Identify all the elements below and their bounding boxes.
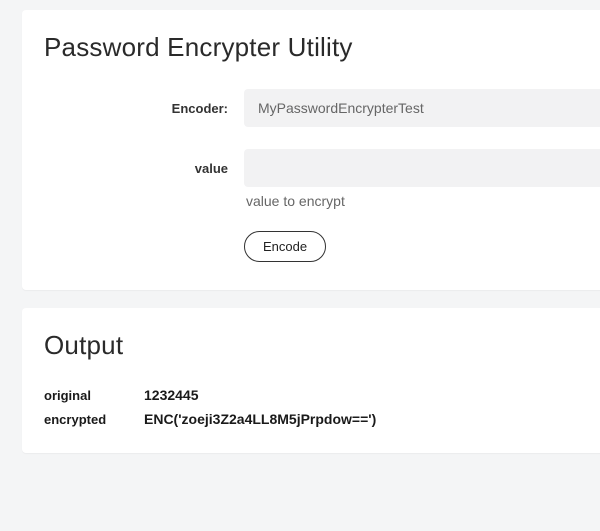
output-label-encrypted: encrypted xyxy=(44,412,144,427)
output-row-original: original 1232445 xyxy=(44,387,600,403)
value-help-text: value to encrypt xyxy=(244,193,345,209)
encrypter-title: Password Encrypter Utility xyxy=(44,32,600,63)
output-row-encrypted: encrypted ENC('zoeji3Z2a4LL8M5jPrpdow=='… xyxy=(44,411,600,427)
encoder-label: Encoder: xyxy=(44,101,244,116)
value-help-row: value to encrypt xyxy=(44,193,600,209)
encode-button-row: Encode xyxy=(44,231,600,262)
value-label: value xyxy=(44,161,244,176)
output-value-encrypted: ENC('zoeji3Z2a4LL8M5jPrpdow==') xyxy=(144,411,376,427)
output-value-original: 1232445 xyxy=(144,387,199,403)
encrypter-card: Password Encrypter Utility Encoder: valu… xyxy=(22,10,600,290)
value-row: value xyxy=(44,149,600,187)
output-label-original: original xyxy=(44,388,144,403)
output-card: Output original 1232445 encrypted ENC('z… xyxy=(22,308,600,453)
value-input[interactable] xyxy=(244,149,600,187)
encoder-input[interactable] xyxy=(244,89,600,127)
encoder-row: Encoder: xyxy=(44,89,600,127)
encode-button[interactable]: Encode xyxy=(244,231,326,262)
output-title: Output xyxy=(44,330,600,361)
